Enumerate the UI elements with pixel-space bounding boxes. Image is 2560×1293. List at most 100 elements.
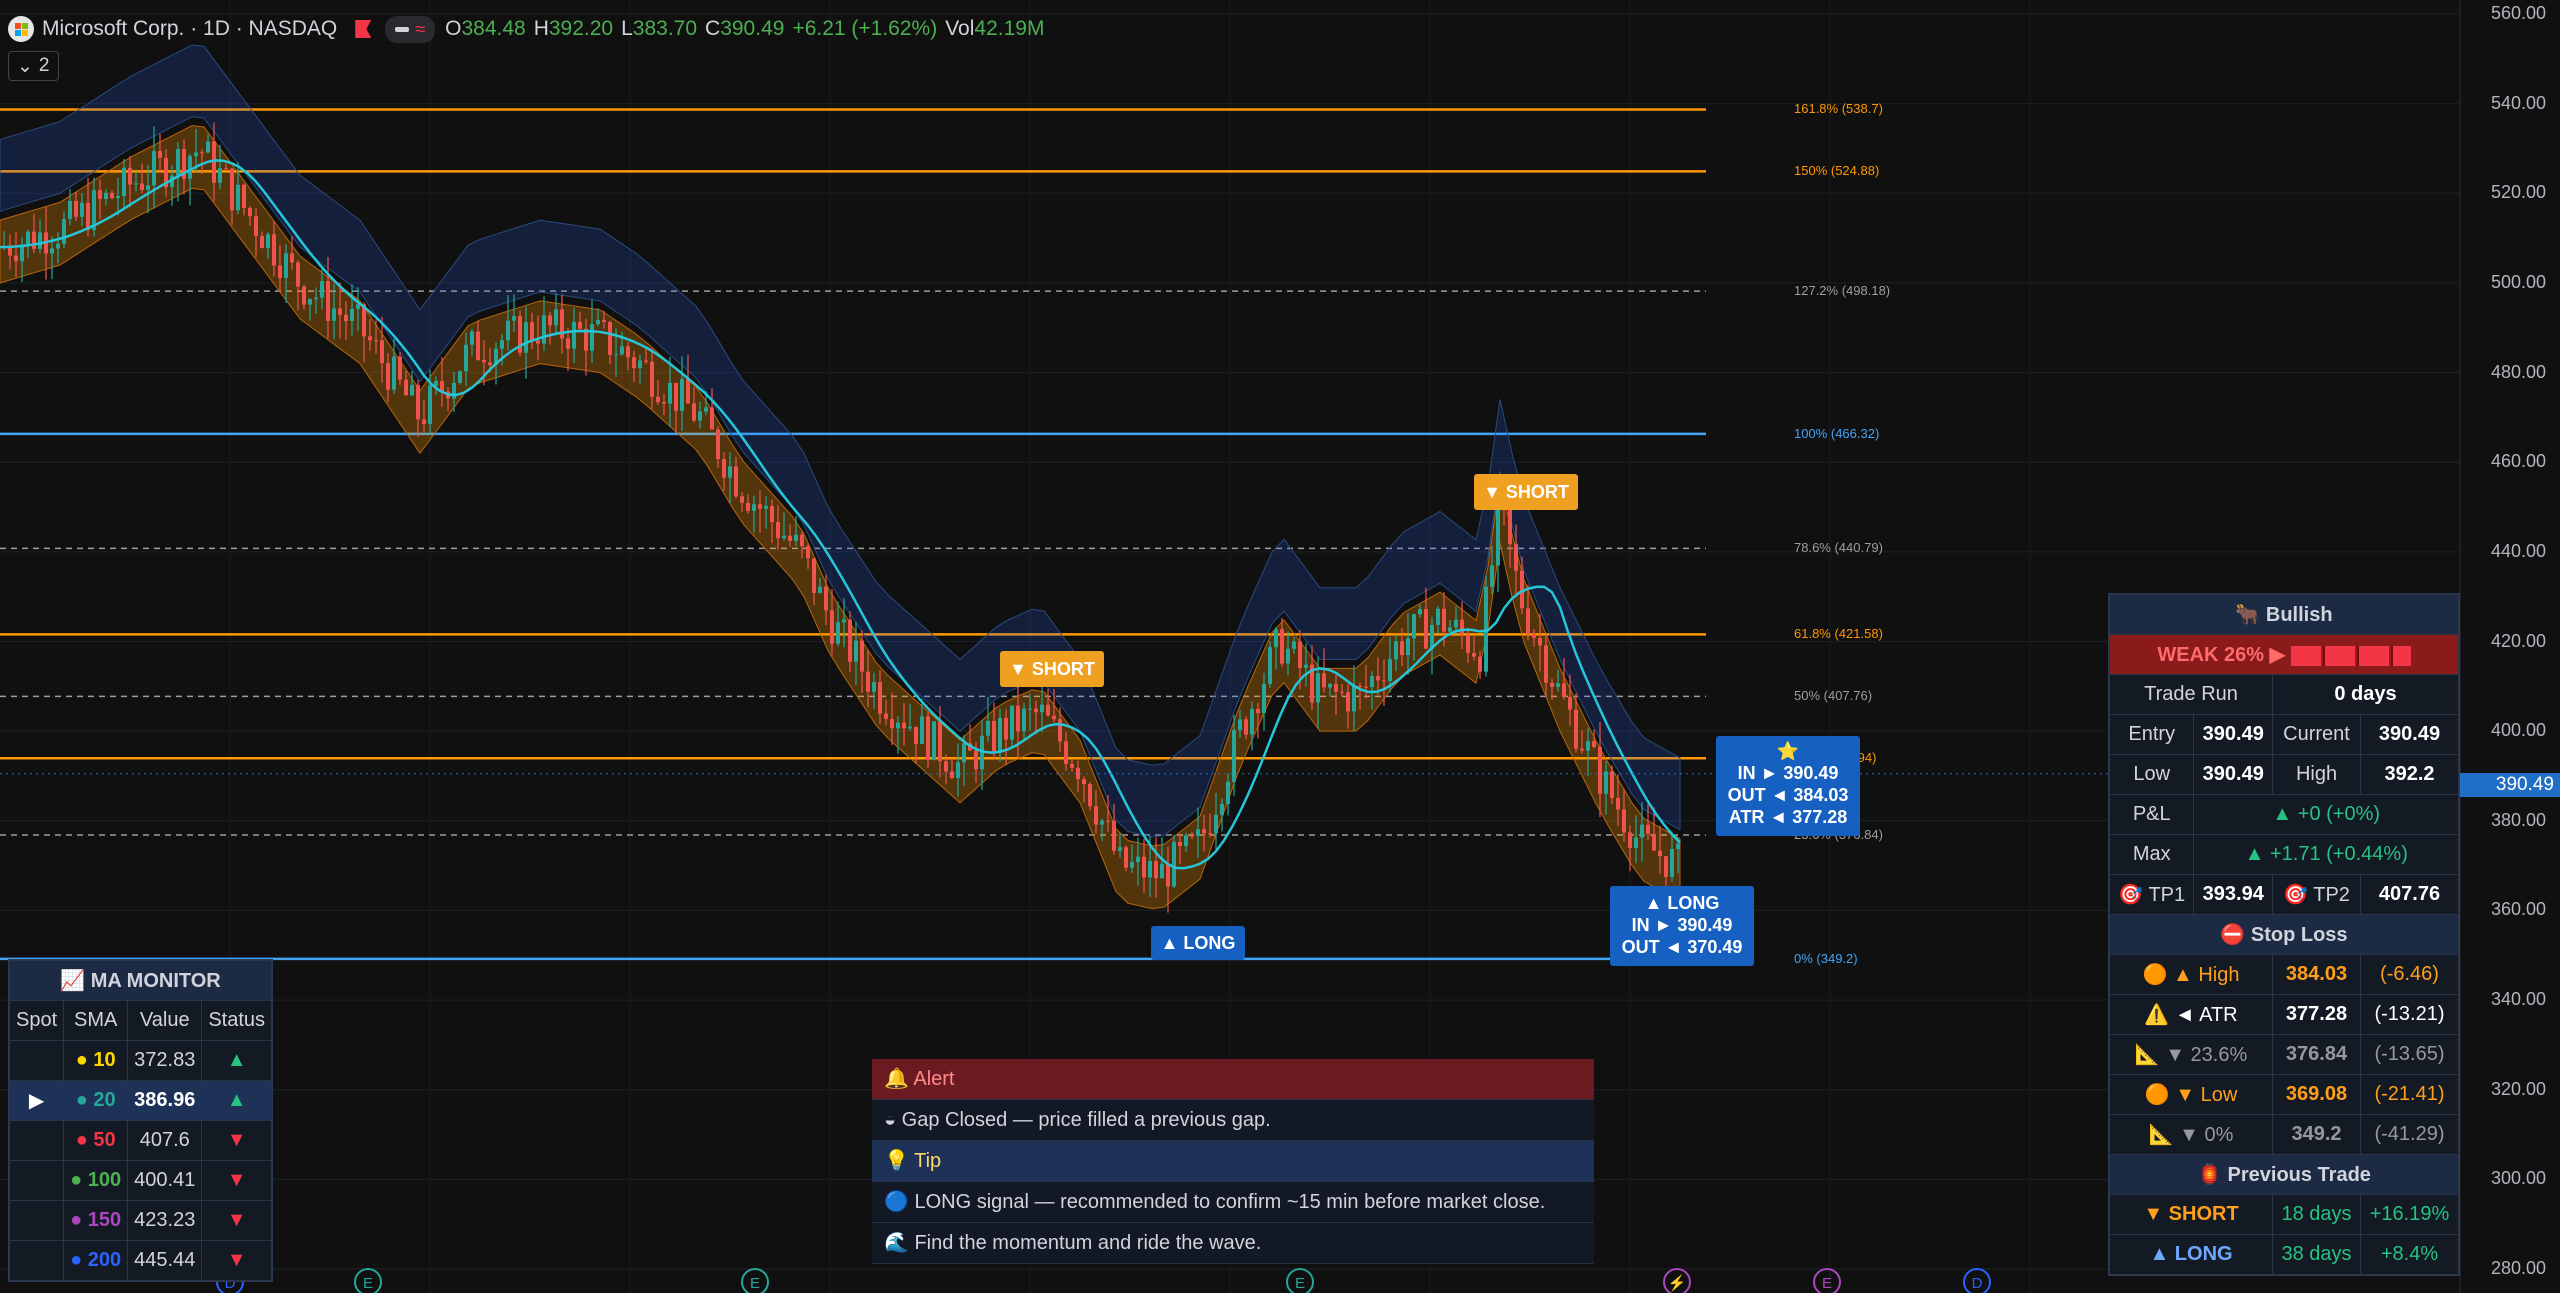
ohlc-change: +6.21 (+1.62%) [792, 17, 938, 40]
stop-loss-row: 📐 ▼ 0% 349.2 (-41.29) [2108, 1114, 2459, 1155]
trend-strength: WEAK 26% ▶ [2109, 634, 2459, 675]
candle-body [926, 716, 930, 760]
candle-body [1592, 741, 1596, 747]
price-tick: 540.00 [2490, 92, 2546, 113]
candle-body [1118, 847, 1122, 851]
candle-body [464, 344, 468, 372]
candle-body [1244, 719, 1248, 735]
candle-body [1400, 641, 1404, 656]
candle-body [1568, 696, 1572, 710]
ohlc-high: H392.20 [533, 17, 614, 40]
cloud-band-orange [0, 125, 1681, 910]
price-tick: 500.00 [2490, 271, 2546, 292]
candle-body [290, 253, 294, 263]
candle-body [1268, 647, 1272, 684]
candle-body [548, 315, 552, 326]
candle-body [1112, 820, 1116, 851]
candle-body [698, 411, 702, 421]
short-signal-tag[interactable]: ▼ SHORT [1000, 651, 1104, 687]
candle-body [1058, 719, 1062, 742]
candle-body [836, 622, 840, 644]
indicators-collapse-button[interactable]: ⌄ 2 [8, 51, 59, 81]
candle-body [962, 743, 966, 763]
candle-body [1304, 664, 1308, 668]
long-signal-box[interactable]: ▲ LONG IN ► 390.49 OUT ◄ 370.49 [1610, 886, 1754, 966]
candle-body [26, 231, 30, 245]
candle-body [1562, 683, 1566, 697]
candle-body [578, 321, 582, 329]
current-price-label: 390.49 [2460, 773, 2560, 797]
fib-label: 50% (407.76) [1794, 688, 1873, 704]
alert-message: 🌊 Find the momentum and ride the wave. [872, 1223, 1594, 1264]
candle-body [668, 382, 672, 404]
candle-body [152, 151, 156, 186]
candle-body [944, 761, 948, 772]
candle-body [1544, 645, 1548, 683]
candle-body [68, 200, 72, 219]
candle-body [512, 316, 516, 321]
stop-loss-row: 📐 ▼ 23.6% 376.84 (-13.65) [2108, 1034, 2459, 1075]
wave-icon: ≈ [415, 18, 426, 39]
candle-body [224, 168, 228, 170]
ohlc-open: O384.48 [445, 17, 526, 40]
candle-body [692, 403, 696, 421]
candle-body [32, 231, 36, 249]
candle-body [734, 466, 738, 497]
candle-body [188, 156, 192, 179]
candle-body [830, 610, 834, 644]
candle-body [752, 504, 756, 511]
candle-body [1586, 741, 1590, 751]
long-signal-tag[interactable]: ▲ LONG [1151, 926, 1245, 960]
ma-column-header: Status [201, 1000, 273, 1041]
price-tick: 400.00 [2490, 720, 2546, 741]
candle-body [902, 722, 906, 729]
candle-body [134, 183, 138, 185]
candle-body [1064, 741, 1068, 764]
current-trade-box[interactable]: ⭐ IN ► 390.49 OUT ◄ 384.03 ATR ◄ 377.28 [1716, 736, 1860, 836]
candle-body [824, 586, 828, 611]
trend-title: 🐂 Bullish [2109, 594, 2459, 635]
symbol-title[interactable]: Microsoft Corp. · 1D · NASDAQ [42, 17, 337, 41]
candle-body [1178, 841, 1182, 847]
candle-body [1382, 680, 1386, 682]
candle-body [590, 324, 594, 351]
candle-body [332, 308, 336, 321]
candle-body [806, 546, 810, 559]
candle-body [278, 265, 282, 279]
candle-body [1616, 797, 1620, 810]
candle-body [1364, 686, 1368, 688]
candle-body [1148, 861, 1152, 878]
candle-body [410, 384, 414, 396]
candle-body [920, 716, 924, 744]
candle-body [74, 200, 78, 217]
candle-body [878, 682, 882, 714]
candle-body [476, 331, 480, 361]
indicator-pill[interactable]: ≈ [385, 15, 436, 43]
event-markers[interactable]: D E E E ⚡ E D [216, 1268, 1991, 1293]
candle-body [392, 356, 396, 390]
candle-body [1658, 850, 1662, 857]
ichimoku-bands [0, 44, 1681, 910]
candle-body [1004, 717, 1008, 740]
candle-body [1172, 841, 1176, 887]
candle-body [1220, 803, 1224, 815]
candle-body [1394, 641, 1398, 660]
trade-panel: 🐂 Bullish WEAK 26% ▶ Trade Run 0 days Ent… [2108, 593, 2460, 1276]
flag-icon[interactable] [355, 20, 372, 38]
cloud-band-blue [0, 44, 1681, 838]
price-tick: 380.00 [2490, 809, 2546, 830]
candle-body [986, 720, 990, 736]
candle-body [1166, 863, 1170, 887]
candle-body [992, 720, 996, 752]
candle-body [530, 322, 534, 341]
ma-column-header: Value [127, 1000, 203, 1041]
candle-body [1610, 771, 1614, 798]
candle-body [314, 297, 318, 300]
candle-body [1034, 708, 1038, 713]
candle-body [284, 253, 288, 279]
candle-body [608, 321, 612, 355]
candle-body [350, 308, 354, 322]
candle-body [1100, 820, 1104, 825]
short-signal-tag[interactable]: ▼ SHORT [1474, 474, 1578, 510]
candle-body [818, 586, 822, 593]
